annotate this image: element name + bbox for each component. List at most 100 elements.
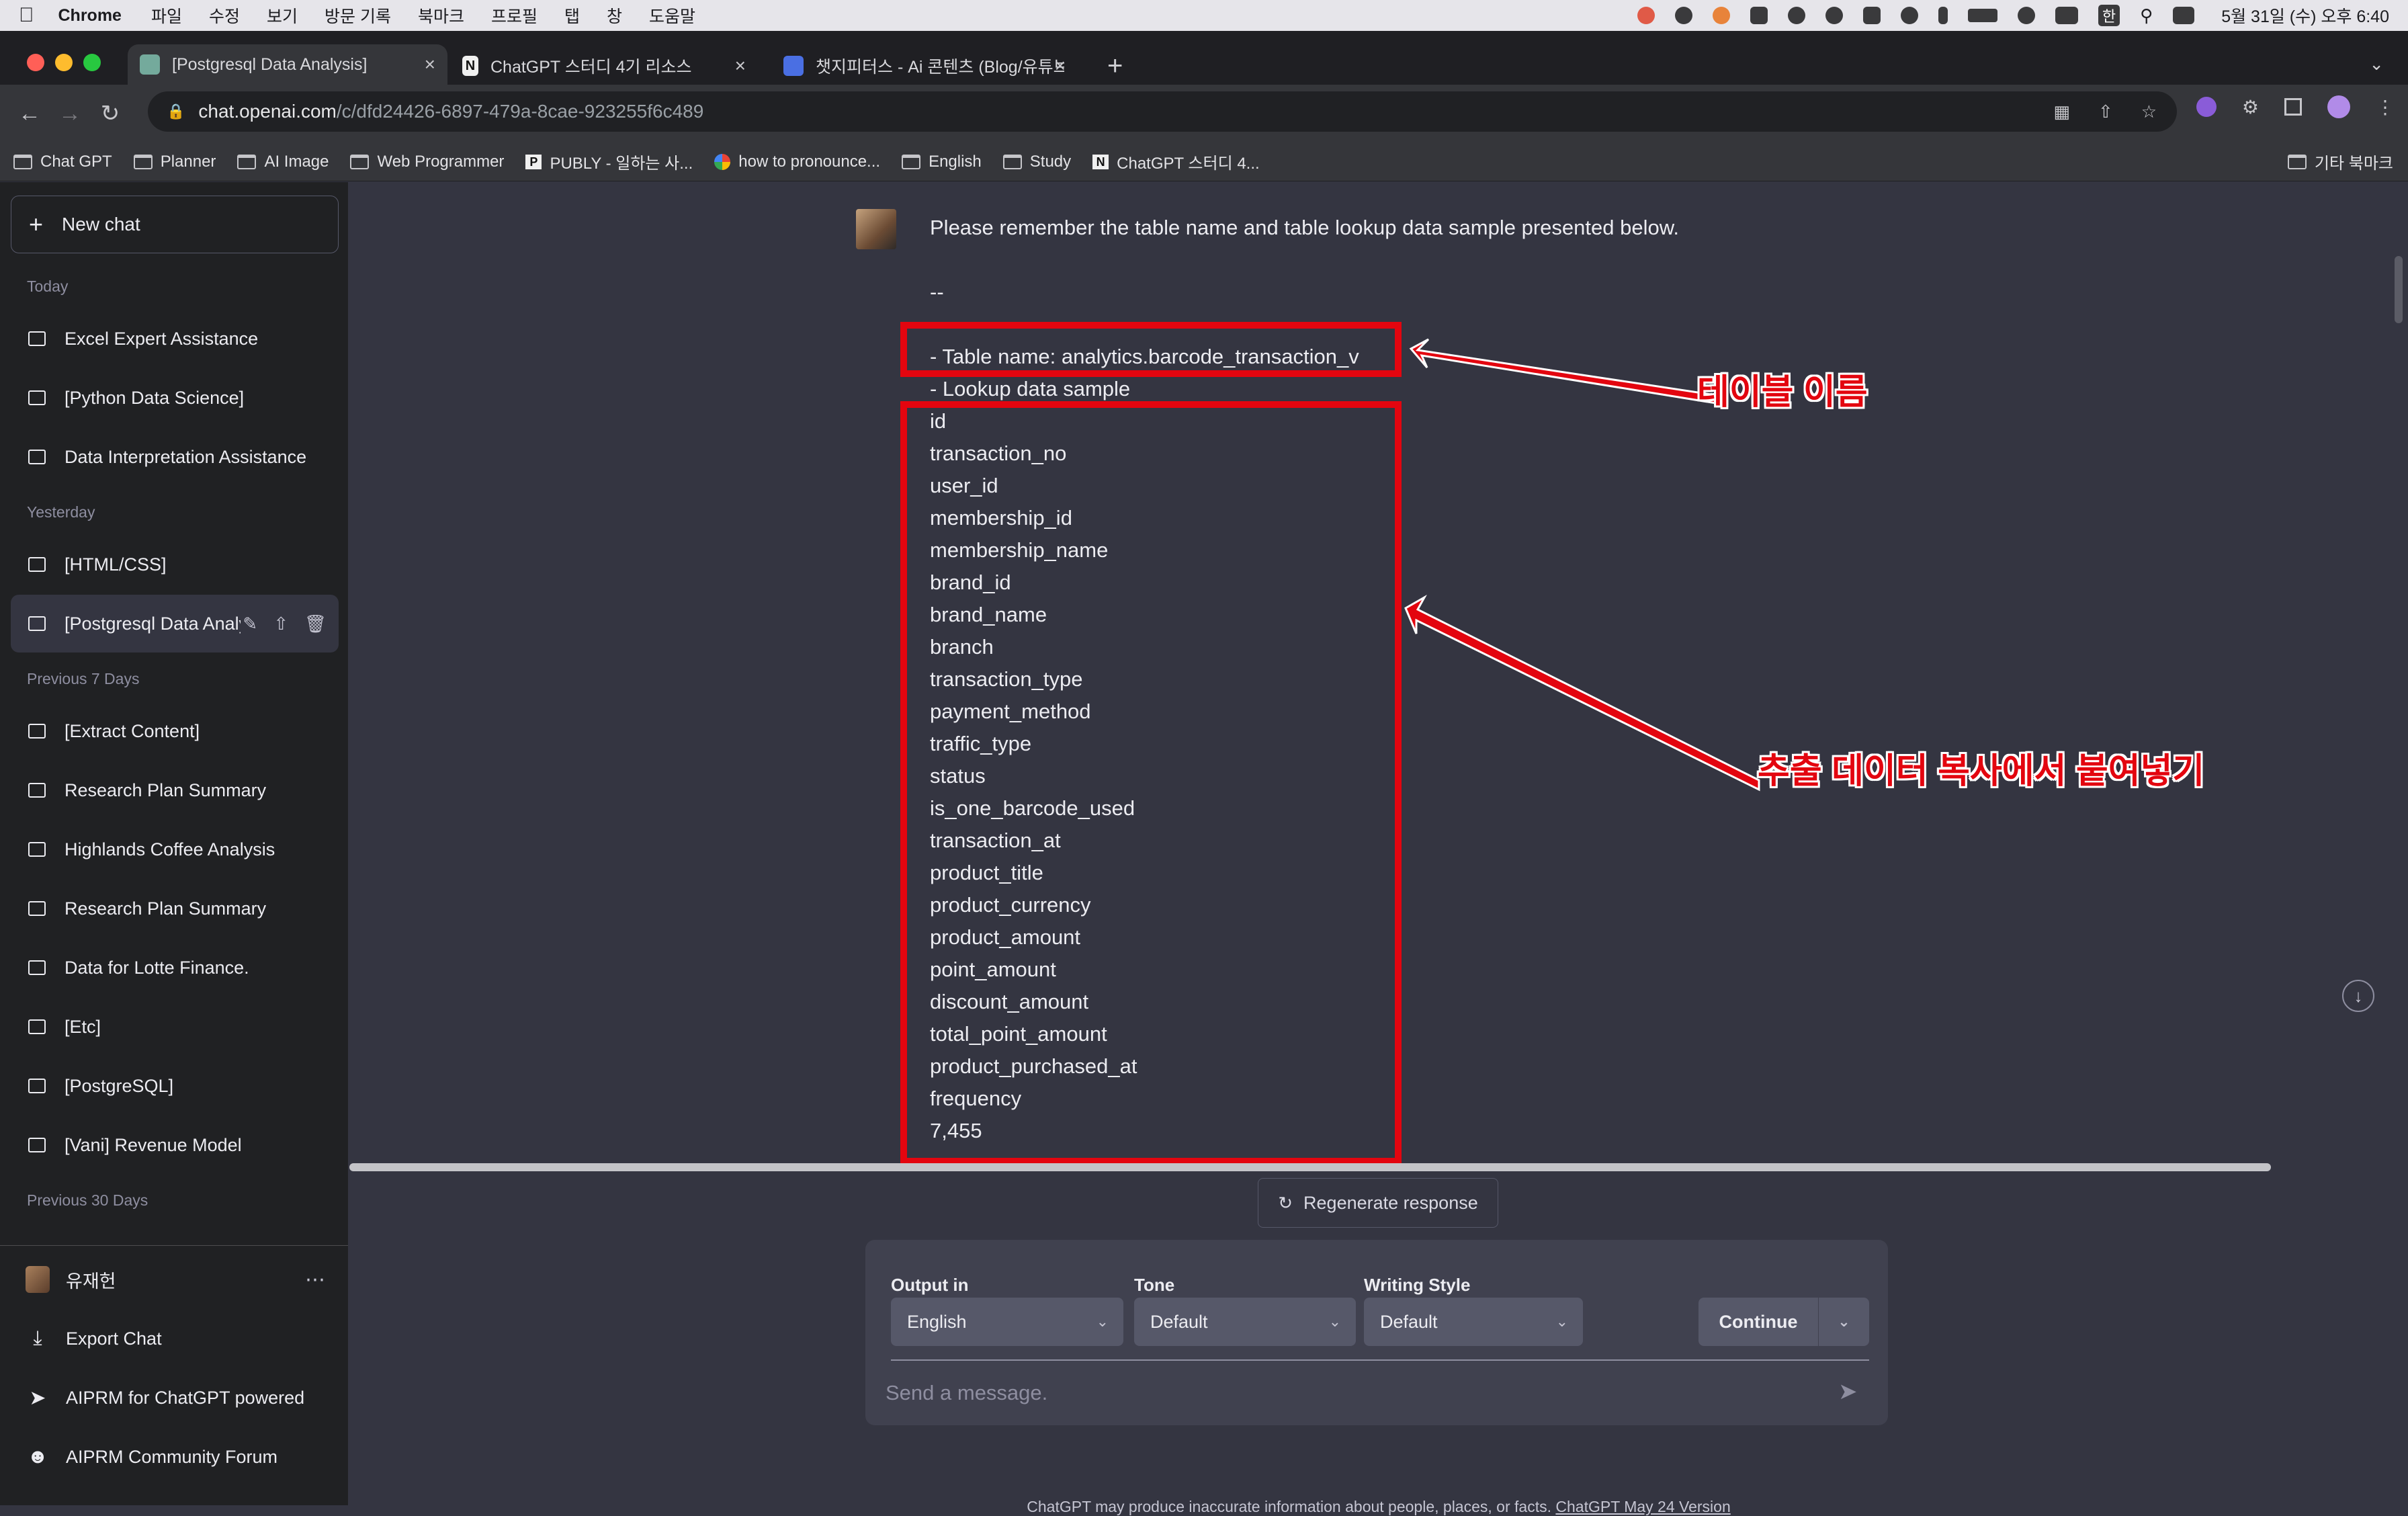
chat-item[interactable]: Excel Expert Assistance bbox=[11, 310, 339, 368]
bookmark-chat-gpt[interactable]: Chat GPT bbox=[13, 153, 112, 171]
extension-profile-icon[interactable] bbox=[2196, 97, 2217, 117]
extension-status-icon[interactable] bbox=[1750, 7, 1768, 24]
window-minimize-button[interactable] bbox=[55, 54, 73, 71]
tab-chatgpt-study-resources[interactable]: N ChatGPT 스터디 4기 리소스 × bbox=[450, 47, 758, 85]
menu-help[interactable]: 도움말 bbox=[649, 3, 695, 28]
horizontal-scrollbar[interactable] bbox=[349, 1163, 2271, 1171]
continue-button[interactable]: Continue ⌄ bbox=[1698, 1298, 1869, 1346]
chat-item-selected[interactable]: [Postgresql Data Analysis] ✎ ⇧ 🗑 bbox=[11, 595, 339, 652]
chat-item[interactable]: [Python Data Science] bbox=[11, 369, 339, 427]
window-close-button[interactable] bbox=[27, 54, 44, 71]
chat-item[interactable]: [HTML/CSS] bbox=[11, 536, 339, 593]
chat-item[interactable]: [Vani] Revenue Model bbox=[11, 1116, 339, 1174]
back-arrow-icon[interactable]: ← bbox=[9, 101, 50, 127]
version-link[interactable]: ChatGPT May 24 Version bbox=[1555, 1498, 1730, 1515]
play-status-icon[interactable] bbox=[1900, 7, 1918, 24]
screen-mirroring-icon[interactable] bbox=[2055, 7, 2078, 24]
menu-view[interactable]: 보기 bbox=[267, 3, 298, 28]
window-zoom-button[interactable] bbox=[83, 54, 101, 71]
menu-history[interactable]: 방문 기록 bbox=[325, 3, 391, 28]
app-menu-chrome[interactable]: Chrome bbox=[58, 6, 122, 26]
spotlight-search-icon[interactable]: ⚲ bbox=[2140, 5, 2153, 26]
bookmark-study[interactable]: Study bbox=[1002, 153, 1071, 171]
tab-close-icon[interactable]: × bbox=[1055, 55, 1066, 77]
menu-profiles[interactable]: 프로필 bbox=[491, 3, 538, 28]
extensions-puzzle-icon[interactable]: ⚙ bbox=[2242, 96, 2259, 118]
chat-item[interactable]: [PostgreSQL] bbox=[11, 1057, 339, 1115]
user-menu-button[interactable]: 유재헌 ⋯ bbox=[11, 1253, 339, 1306]
profile-avatar-icon[interactable] bbox=[2327, 95, 2350, 118]
message-input[interactable] bbox=[884, 1369, 1825, 1417]
send-icon[interactable]: ➤ bbox=[1838, 1378, 1858, 1405]
share-icon[interactable]: ⇧ bbox=[2098, 101, 2113, 122]
bookmark-english[interactable]: English bbox=[902, 153, 982, 171]
new-chat-button[interactable]: + New chat bbox=[11, 196, 339, 253]
apple-menu-icon[interactable]:  bbox=[19, 4, 34, 27]
bookmarks-bar: Chat GPT Planner AI Image Web Programmer… bbox=[0, 142, 2408, 181]
grid-status-icon[interactable] bbox=[1862, 7, 1881, 24]
bookmark-other-folder[interactable]: 기타 북마크 bbox=[2287, 150, 2393, 173]
output-language-label: Output in bbox=[891, 1275, 969, 1295]
input-source-indicator[interactable]: 한 bbox=[2098, 5, 2120, 26]
timer-status-icon[interactable] bbox=[1674, 7, 1692, 24]
annotation-arrows bbox=[1404, 338, 1760, 792]
chat-item[interactable]: Data for Lotte Finance. bbox=[11, 939, 339, 997]
regenerate-response-button[interactable]: ↻ Regenerate response bbox=[1258, 1178, 1498, 1228]
reload-icon[interactable]: ↻ bbox=[90, 100, 130, 127]
tab-chatgpters-ai-content[interactable]: 챗지피터스 - Ai 콘텐츠 (Blog/유튜브 × bbox=[771, 47, 1078, 85]
forward-arrow-icon[interactable]: → bbox=[50, 101, 90, 127]
bluetooth-icon[interactable] bbox=[1938, 7, 1948, 24]
chat-item[interactable]: [Etc] bbox=[11, 998, 339, 1056]
writing-style-select[interactable]: Default ⌄ bbox=[1364, 1298, 1583, 1346]
chat-item[interactable]: Research Plan Summary bbox=[11, 761, 339, 819]
chat-bubble-icon bbox=[28, 1079, 46, 1093]
bookmark-publy[interactable]: P PUBLY - 일하는 사... bbox=[525, 150, 693, 173]
trash-icon[interactable]: 🗑 bbox=[304, 614, 327, 634]
edit-pencil-icon[interactable]: ✎ bbox=[243, 614, 257, 634]
notification-status-icon[interactable] bbox=[1637, 7, 1655, 24]
chat-bubble-icon bbox=[28, 724, 46, 739]
user-status-icon[interactable] bbox=[2017, 7, 2035, 24]
menu-window[interactable]: 창 bbox=[607, 3, 622, 28]
chrome-menu-kebab-icon[interactable]: ⋮ bbox=[2376, 96, 2395, 118]
new-tab-plus-icon[interactable]: + bbox=[1107, 51, 1123, 81]
bookmark-star-icon[interactable]: ☆ bbox=[2141, 101, 2157, 122]
chat-item[interactable]: Data Interpretation Assistance bbox=[11, 428, 339, 486]
tab-search-chevron-icon[interactable]: ⌄ bbox=[2369, 54, 2384, 75]
aiprm-community-forum-link[interactable]: ☻ AIPRM Community Forum bbox=[11, 1430, 339, 1484]
chat-item-label: Research Plan Summary bbox=[64, 780, 267, 800]
bookmark-chatgpt-study[interactable]: N ChatGPT 스터디 4... bbox=[1092, 150, 1260, 173]
tab-close-icon[interactable]: × bbox=[425, 54, 435, 75]
translate-icon[interactable]: ▦ bbox=[2053, 101, 2070, 122]
more-options-icon[interactable]: ⋯ bbox=[305, 1268, 325, 1292]
address-bar[interactable]: 🔒 chat.openai.com/c/dfd24426-6897-479a-8… bbox=[148, 91, 2177, 132]
bookmark-how-to-pronounce[interactable]: how to pronounce... bbox=[714, 153, 880, 171]
battery-icon[interactable] bbox=[1967, 9, 1997, 22]
bolt-status-icon[interactable] bbox=[1825, 7, 1843, 24]
cloud-status-icon[interactable] bbox=[1787, 7, 1805, 24]
chat-item[interactable]: Highlands Coffee Analysis bbox=[11, 820, 339, 878]
bookmark-ai-image[interactable]: AI Image bbox=[237, 153, 329, 171]
menu-tab[interactable]: 탭 bbox=[564, 3, 580, 28]
menu-edit[interactable]: 수정 bbox=[209, 3, 240, 28]
chat-item[interactable]: [Extract Content] bbox=[11, 702, 339, 760]
tab-close-icon[interactable]: × bbox=[735, 55, 746, 77]
share-icon[interactable]: ⇧ bbox=[273, 614, 288, 634]
aiprm-powered-link[interactable]: ➤ AIPRM for ChatGPT powered bbox=[11, 1371, 339, 1425]
chat-item[interactable]: Research Plan Summary bbox=[11, 880, 339, 937]
chevron-down-icon[interactable]: ⌄ bbox=[1818, 1298, 1869, 1346]
control-center-icon[interactable] bbox=[2173, 7, 2195, 24]
chat-bubble-icon bbox=[28, 331, 46, 346]
menubar-clock[interactable]: 5월 31일 (수) 오후 6:40 bbox=[2221, 3, 2389, 28]
app-status-icon[interactable] bbox=[1712, 7, 1730, 24]
bookmark-planner[interactable]: Planner bbox=[133, 153, 216, 171]
tone-select[interactable]: Default ⌄ bbox=[1134, 1298, 1356, 1346]
menu-file[interactable]: 파일 bbox=[151, 3, 182, 28]
export-chat-button[interactable]: ⤓ Export Chat bbox=[11, 1312, 339, 1365]
menu-bookmarks[interactable]: 북마크 bbox=[418, 3, 464, 28]
tab-postgresql-data-analysis[interactable]: [Postgresql Data Analysis] × bbox=[128, 44, 447, 85]
bookmark-web-programmer[interactable]: Web Programmer bbox=[350, 153, 504, 171]
lock-icon[interactable]: 🔒 bbox=[167, 103, 185, 120]
output-language-select[interactable]: English ⌄ bbox=[891, 1298, 1123, 1346]
side-panel-icon[interactable] bbox=[2284, 98, 2302, 116]
